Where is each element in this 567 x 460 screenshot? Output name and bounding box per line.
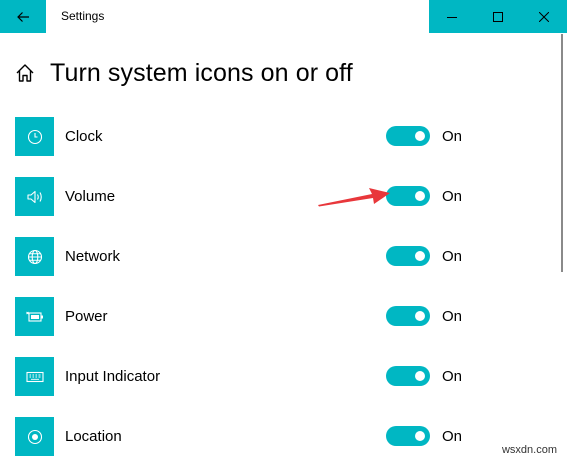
red-arrow-icon xyxy=(318,188,390,207)
setting-label: Input Indicator xyxy=(65,368,161,385)
globe-icon xyxy=(27,249,42,264)
toggle-state-text: On xyxy=(442,128,463,145)
input-indicator-tile xyxy=(15,357,54,396)
maximize-icon xyxy=(493,11,503,22)
window-controls xyxy=(429,0,567,33)
setting-row-network: Network On xyxy=(15,237,495,277)
title-bar: Settings xyxy=(0,0,567,33)
toggle-state-text: On xyxy=(442,248,463,265)
battery-icon xyxy=(25,311,43,322)
network-tile xyxy=(15,237,54,276)
toggle-state-text: On xyxy=(442,428,463,445)
clock-toggle[interactable] xyxy=(386,126,430,146)
window-title: Settings xyxy=(61,9,105,23)
toggle-knob xyxy=(415,371,425,381)
watermark: wsxdn.com xyxy=(501,444,557,456)
setting-row-power: Power On xyxy=(15,297,495,337)
toggle-state-text: On xyxy=(442,368,463,385)
keyboard-icon xyxy=(25,371,44,382)
toggle-knob xyxy=(415,311,425,321)
location-icon xyxy=(27,429,42,444)
setting-label: Location xyxy=(65,428,122,445)
setting-label: Power xyxy=(65,308,108,325)
volume-toggle[interactable] xyxy=(386,186,430,206)
setting-row-clock: Clock On xyxy=(15,117,495,157)
page-header: Turn system icons on or off xyxy=(14,56,353,90)
setting-label: Volume xyxy=(65,188,116,205)
close-icon xyxy=(539,11,549,22)
toggle-knob xyxy=(415,131,425,141)
setting-label: Network xyxy=(65,248,121,265)
volume-tile xyxy=(15,177,54,216)
close-button[interactable] xyxy=(521,0,567,33)
toggle-knob xyxy=(415,251,425,261)
toggle-state-text: On xyxy=(442,308,463,325)
location-toggle[interactable] xyxy=(386,426,430,446)
network-toggle[interactable] xyxy=(386,246,430,266)
setting-label: Clock xyxy=(65,128,103,145)
maximize-button[interactable] xyxy=(475,0,521,33)
page-title: Turn system icons on or off xyxy=(50,58,353,87)
toggle-knob xyxy=(415,191,425,201)
speaker-icon xyxy=(26,190,42,203)
location-tile xyxy=(15,417,54,456)
clock-icon xyxy=(27,129,42,144)
scrollbar-thumb[interactable] xyxy=(561,34,563,272)
home-icon[interactable] xyxy=(14,62,36,84)
back-button[interactable] xyxy=(0,0,46,33)
minimize-icon xyxy=(447,16,457,18)
toggle-knob xyxy=(415,431,425,441)
input-indicator-toggle[interactable] xyxy=(386,366,430,386)
power-toggle[interactable] xyxy=(386,306,430,326)
minimize-button[interactable] xyxy=(429,0,475,33)
clock-tile xyxy=(15,117,54,156)
toggle-state-text: On xyxy=(442,188,463,205)
back-arrow-icon xyxy=(17,11,29,22)
setting-row-volume: Volume On xyxy=(15,177,495,217)
power-tile xyxy=(15,297,54,336)
setting-row-input-indicator: Input Indicator On xyxy=(15,357,495,397)
setting-row-location: Location On xyxy=(15,417,495,457)
